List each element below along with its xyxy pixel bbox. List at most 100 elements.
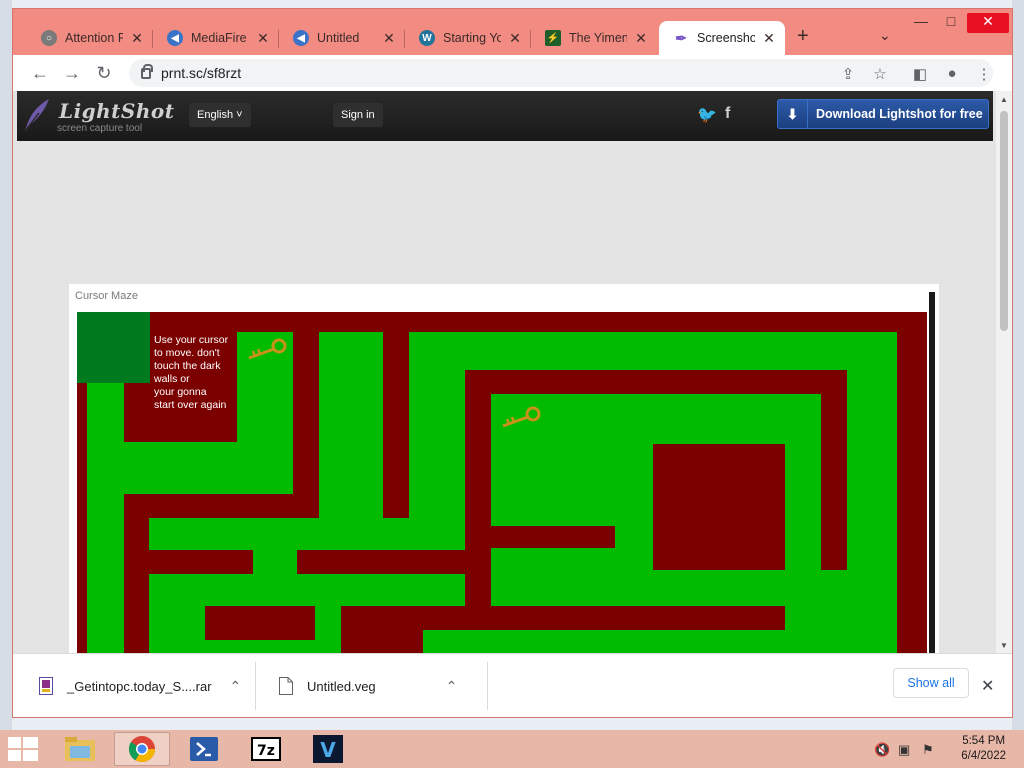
volume-muted-icon[interactable]: 🔇 (874, 742, 890, 758)
close-icon[interactable]: ✕ (381, 30, 397, 47)
share-icon[interactable]: ⇪ (839, 65, 857, 83)
instruction-line: touch the dark (154, 360, 221, 372)
close-icon[interactable]: ✕ (255, 30, 271, 47)
scroll-down-icon[interactable]: ▼ (1000, 641, 1008, 650)
side-panel-icon[interactable]: ◧ (911, 65, 929, 83)
chrome-icon[interactable] (114, 732, 170, 766)
instruction-line: your gonna (154, 386, 207, 398)
divider (255, 662, 256, 710)
language-dropdown[interactable]: English ˅ (189, 103, 251, 127)
chevron-up-icon[interactable]: ⌃ (230, 678, 242, 695)
brand-tagline: screen capture tool (57, 123, 143, 134)
svg-text:7z: 7z (257, 743, 275, 759)
windows-start-icon[interactable] (8, 737, 38, 761)
sign-in-button[interactable]: Sign in (333, 103, 383, 127)
twitter-icon[interactable]: 🐦 (697, 105, 717, 125)
tab-attention[interactable]: ○ Attention Re ✕ (27, 21, 153, 55)
key-icon (502, 406, 541, 428)
tab-title: Screenshot (697, 31, 755, 45)
vegas-icon[interactable]: V (300, 732, 356, 766)
tab-strip: ○ Attention Re ✕ ◀ MediaFire - ✕ ◀ Untit… (13, 9, 1012, 55)
network-icon[interactable]: ▣ (898, 742, 910, 758)
downloads-bar: _Getintopc.today_S....rar ⌃ Untitled.veg… (13, 653, 1012, 717)
close-icon[interactable]: ✕ (761, 30, 777, 47)
chevron-up-icon[interactable]: ⌃ (446, 678, 458, 695)
back-icon[interactable]: ← (29, 63, 51, 83)
yimen-icon: ⚡ (545, 30, 561, 46)
maze-path (409, 370, 465, 518)
tab-title: Untitled (317, 31, 360, 45)
window-close-button[interactable]: ✕ (967, 13, 1009, 33)
mediafire-icon: ◀ (167, 30, 183, 46)
download-lightshot-button[interactable]: ⬇ Download Lightshot for free (777, 99, 989, 129)
key-icon (248, 338, 287, 360)
new-tab-button[interactable]: + (797, 25, 809, 48)
page-scrollbar[interactable]: ▲ ▼ (996, 91, 1012, 653)
instruction-line: start over again (154, 399, 227, 411)
profile-avatar-icon[interactable]: ● (943, 65, 961, 82)
action-center-icon[interactable]: ⚑ (922, 742, 934, 758)
minimize-button[interactable]: — (905, 13, 937, 33)
tab-title: Attention Re (65, 31, 123, 45)
facebook-icon[interactable]: f (725, 105, 730, 123)
reload-icon[interactable]: ↻ (93, 63, 115, 83)
screenshot-edge (929, 292, 935, 653)
download-label: Download Lightshot for free (816, 107, 983, 121)
system-clock[interactable]: 5:54 PM 6/4/2022 (961, 734, 1006, 764)
maze-instructions: Use your cursor to move. don't touch the… (154, 334, 242, 412)
close-downloads-icon[interactable]: ✕ (981, 676, 994, 696)
tab-search-icon[interactable]: ⌄ (879, 27, 891, 44)
screenshot-image: Cursor Maze Use your cursor to move. don… (69, 284, 939, 653)
maze-path (847, 370, 897, 653)
download-item[interactable]: _Getintopc.today_S....rar ⌃ (39, 654, 241, 718)
tab-starting[interactable]: W Starting You ✕ (405, 21, 531, 55)
brand-name[interactable]: LightShot (59, 99, 175, 123)
close-icon[interactable]: ✕ (507, 30, 523, 47)
maze-path (149, 606, 205, 653)
chevron-down-icon: ˅ (236, 109, 243, 121)
scroll-thumb[interactable] (1000, 111, 1008, 331)
browser-window: ○ Attention Re ✕ ◀ MediaFire - ✕ ◀ Untit… (12, 8, 1013, 718)
wordpress-icon: W (419, 30, 435, 46)
lock-icon[interactable] (141, 63, 153, 79)
language-label: English (197, 109, 234, 121)
lightshot-icon: ✒ (675, 29, 687, 46)
tab-untitled[interactable]: ◀ Untitled ✕ (279, 21, 405, 55)
url-text[interactable]: prnt.sc/sf8rzt (161, 65, 241, 81)
desktop-right-edge (1012, 0, 1024, 730)
show-all-button[interactable]: Show all (893, 668, 969, 698)
file-icon (279, 677, 293, 695)
maze-path (785, 444, 821, 570)
instruction-line: walls or (154, 373, 190, 385)
download-icon: ⬇ (778, 100, 808, 128)
close-icon[interactable]: ✕ (633, 30, 649, 47)
close-icon[interactable]: ✕ (129, 30, 145, 47)
powershell-icon[interactable] (176, 732, 232, 766)
maze-game: Use your cursor to move. don't touch the… (77, 312, 927, 653)
forward-icon[interactable]: → (61, 63, 83, 83)
tab-title: Starting You (443, 31, 501, 45)
bookmark-star-icon[interactable]: ☆ (871, 65, 889, 83)
tab-screenshot[interactable]: ✒ Screenshot ✕ (659, 21, 785, 55)
archive-file-icon (39, 677, 53, 695)
file-explorer-icon[interactable] (52, 732, 108, 766)
mediafire-icon: ◀ (293, 30, 309, 46)
menu-icon[interactable]: ⋮ (975, 65, 993, 83)
scroll-up-icon[interactable]: ▲ (1000, 95, 1008, 104)
maze-path (315, 606, 341, 653)
address-bar[interactable]: prnt.sc/sf8rzt (129, 59, 993, 87)
7zip-icon[interactable]: 7z (238, 732, 294, 766)
maze-path (785, 606, 821, 630)
maximize-button[interactable]: □ (935, 13, 967, 33)
svg-text:V: V (320, 738, 336, 762)
tab-mediafire[interactable]: ◀ MediaFire - ✕ (153, 21, 279, 55)
maze-path (87, 382, 124, 653)
download-filename: Untitled.veg (307, 678, 376, 694)
lightshot-header: LightShot screen capture tool English ˅ … (17, 91, 993, 141)
tab-yimen[interactable]: ⚡ The Yimen ✕ (531, 21, 657, 55)
maze-path (149, 574, 465, 606)
download-item[interactable]: Untitled.veg ⌃ (279, 654, 457, 718)
maze-window-title: Cursor Maze (75, 290, 138, 302)
maze-path (149, 518, 465, 550)
browser-toolbar: ← → ↻ prnt.sc/sf8rzt ⇪ ☆ ◧ ● ⋮ (13, 55, 1012, 91)
